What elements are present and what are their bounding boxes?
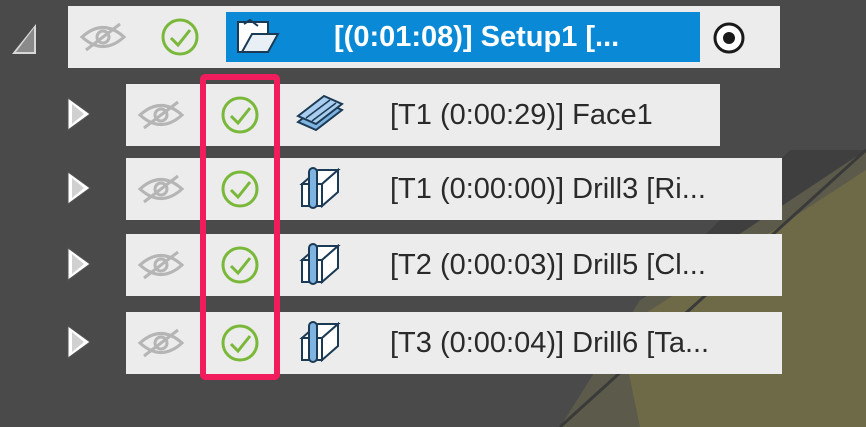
setup-label-text: [(0:01:08)] Setup1 [... xyxy=(334,21,620,53)
highlight-annotation xyxy=(200,74,280,380)
valid-check-icon[interactable] xyxy=(160,17,200,57)
face-operation-icon xyxy=(296,94,344,132)
visibility-hidden-icon[interactable] xyxy=(136,248,186,282)
setup-label-selected[interactable]: [(0:01:08)] Setup1 [... xyxy=(226,12,700,62)
drill-operation-icon xyxy=(299,243,341,285)
setup-row[interactable]: [(0:01:08)] Setup1 [... xyxy=(68,6,780,68)
operation-label: [T1 (0:00:00)] Drill3 [Ri... xyxy=(390,173,706,205)
visibility-hidden-icon[interactable] xyxy=(78,20,128,54)
operation-label: [T1 (0:00:29)] Face1 xyxy=(390,99,653,131)
expand-arrow-icon[interactable] xyxy=(62,94,94,134)
expand-arrow-icon[interactable] xyxy=(62,168,94,208)
operation-label: [T2 (0:00:03)] Drill5 [Cl... xyxy=(390,249,706,281)
drill-operation-icon xyxy=(299,321,341,363)
expand-arrow-icon[interactable] xyxy=(62,244,94,284)
visibility-hidden-icon[interactable] xyxy=(136,98,186,132)
visibility-hidden-icon[interactable] xyxy=(136,326,186,360)
operation-label: [T3 (0:00:04)] Drill6 [Ta... xyxy=(390,327,710,359)
setup-folder-icon xyxy=(237,18,280,53)
collapse-arrow-icon[interactable] xyxy=(8,18,40,58)
drill-operation-icon xyxy=(299,167,341,209)
visibility-hidden-icon[interactable] xyxy=(136,172,186,206)
active-setup-radio-icon[interactable] xyxy=(712,21,746,55)
expand-arrow-icon[interactable] xyxy=(62,322,94,362)
